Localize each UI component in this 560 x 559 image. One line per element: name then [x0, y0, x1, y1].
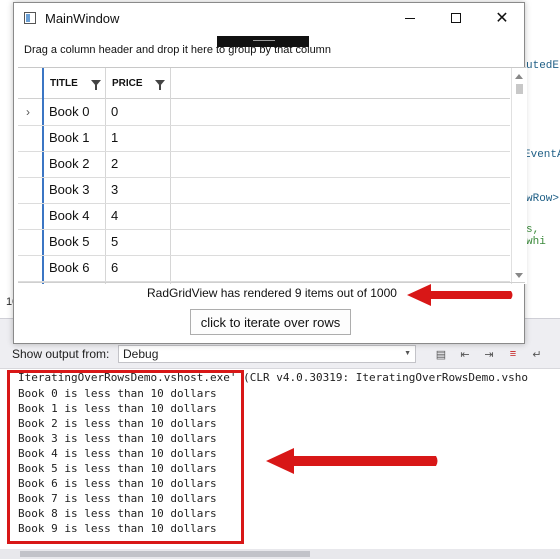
table-row[interactable]: Book 4 4 — [18, 203, 510, 230]
scrollbar-thumb[interactable] — [516, 84, 523, 94]
find-message-icon[interactable]: ▤ — [432, 346, 450, 362]
cell-price[interactable]: 2 — [111, 156, 118, 171]
iterate-rows-button[interactable]: click to iterate over rows — [190, 309, 351, 335]
close-button[interactable]: ✕ — [479, 3, 525, 33]
code-fragment: utedE — [526, 60, 560, 72]
cell-title[interactable]: Book 4 — [49, 208, 89, 223]
cell-price[interactable]: 1 — [111, 130, 118, 145]
annotation-arrow-icon — [266, 448, 438, 474]
output-horizontal-scrollbar[interactable] — [0, 549, 560, 559]
cell-title[interactable]: Book 2 — [49, 156, 89, 171]
output-source-select[interactable]: Debug ▼ — [118, 345, 416, 363]
window-title: MainWindow — [45, 11, 120, 26]
column-header-label: PRICE — [112, 77, 143, 89]
filter-icon[interactable] — [155, 80, 165, 90]
cell-price[interactable]: 3 — [111, 182, 118, 197]
table-row[interactable]: Book 6 6 — [18, 255, 510, 282]
code-fragment: EventA — [524, 149, 560, 161]
cell-title[interactable]: Book 3 — [49, 182, 89, 197]
show-output-from-label: Show output from: — [12, 347, 110, 361]
scrollbar-thumb[interactable] — [20, 551, 310, 557]
table-row[interactable]: Book 5 5 — [18, 229, 510, 256]
cell-title[interactable]: Book 5 — [49, 234, 89, 249]
filter-icon[interactable] — [91, 80, 101, 90]
scroll-up-icon[interactable] — [515, 74, 523, 79]
grid-vertical-scrollbar[interactable] — [511, 68, 527, 284]
annotation-highlight-box — [7, 370, 244, 544]
clear-all-icon[interactable]: ≡ — [504, 346, 522, 362]
scroll-down-icon[interactable] — [515, 273, 523, 278]
rad-grid-view: TITLE PRICE › Book 0 0 Book 1 1 Book 2 2… — [18, 67, 527, 284]
chevron-down-icon: ▼ — [404, 350, 411, 357]
word-wrap-icon[interactable]: ↵ — [528, 346, 546, 362]
minimize-icon — [405, 17, 415, 19]
grid-header-row: TITLE PRICE — [18, 68, 510, 99]
output-source-value: Debug — [123, 347, 159, 361]
code-fragment: wRow> — [526, 193, 560, 205]
status-text: RadGridView has rendered 9 items out of … — [147, 286, 397, 300]
column-header-label: TITLE — [50, 77, 78, 89]
group-panel[interactable]: Drag a column header and drop it here to… — [14, 39, 524, 67]
group-panel-text: Drag a column header and drop it here to… — [24, 44, 331, 56]
table-row[interactable]: Book 1 1 — [18, 125, 510, 152]
output-toolbar-icons: ▤ ⇤ ⇥ ≡ ↵ — [432, 346, 546, 362]
current-row-indicator-icon: › — [26, 105, 30, 119]
table-row[interactable]: Book 2 2 — [18, 151, 510, 178]
app-window-icon — [24, 12, 36, 24]
minimize-button[interactable] — [387, 3, 433, 33]
previous-message-icon[interactable]: ⇤ — [456, 346, 474, 362]
cell-price[interactable]: 6 — [111, 260, 118, 275]
annotation-arrow-icon — [407, 284, 513, 306]
maximize-icon — [451, 13, 461, 23]
table-row[interactable]: › Book 0 0 — [18, 99, 510, 126]
close-icon: ✕ — [495, 10, 509, 27]
cell-price[interactable]: 4 — [111, 208, 118, 223]
cell-price[interactable]: 0 — [111, 104, 118, 119]
cell-title[interactable]: Book 6 — [49, 260, 89, 275]
maximize-button[interactable] — [433, 3, 479, 33]
cell-price[interactable]: 5 — [111, 234, 118, 249]
title-bar[interactable]: MainWindow ✕ — [14, 3, 524, 33]
output-toolbar: Show output from: Debug ▼ ▤ ⇤ ⇥ ≡ ↵ — [0, 342, 560, 369]
table-row[interactable]: Book 3 3 — [18, 177, 510, 204]
code-fragment: s, whi — [526, 224, 546, 248]
next-message-icon[interactable]: ⇥ — [480, 346, 498, 362]
cell-title[interactable]: Book 1 — [49, 130, 89, 145]
cell-title[interactable]: Book 0 — [49, 104, 89, 119]
